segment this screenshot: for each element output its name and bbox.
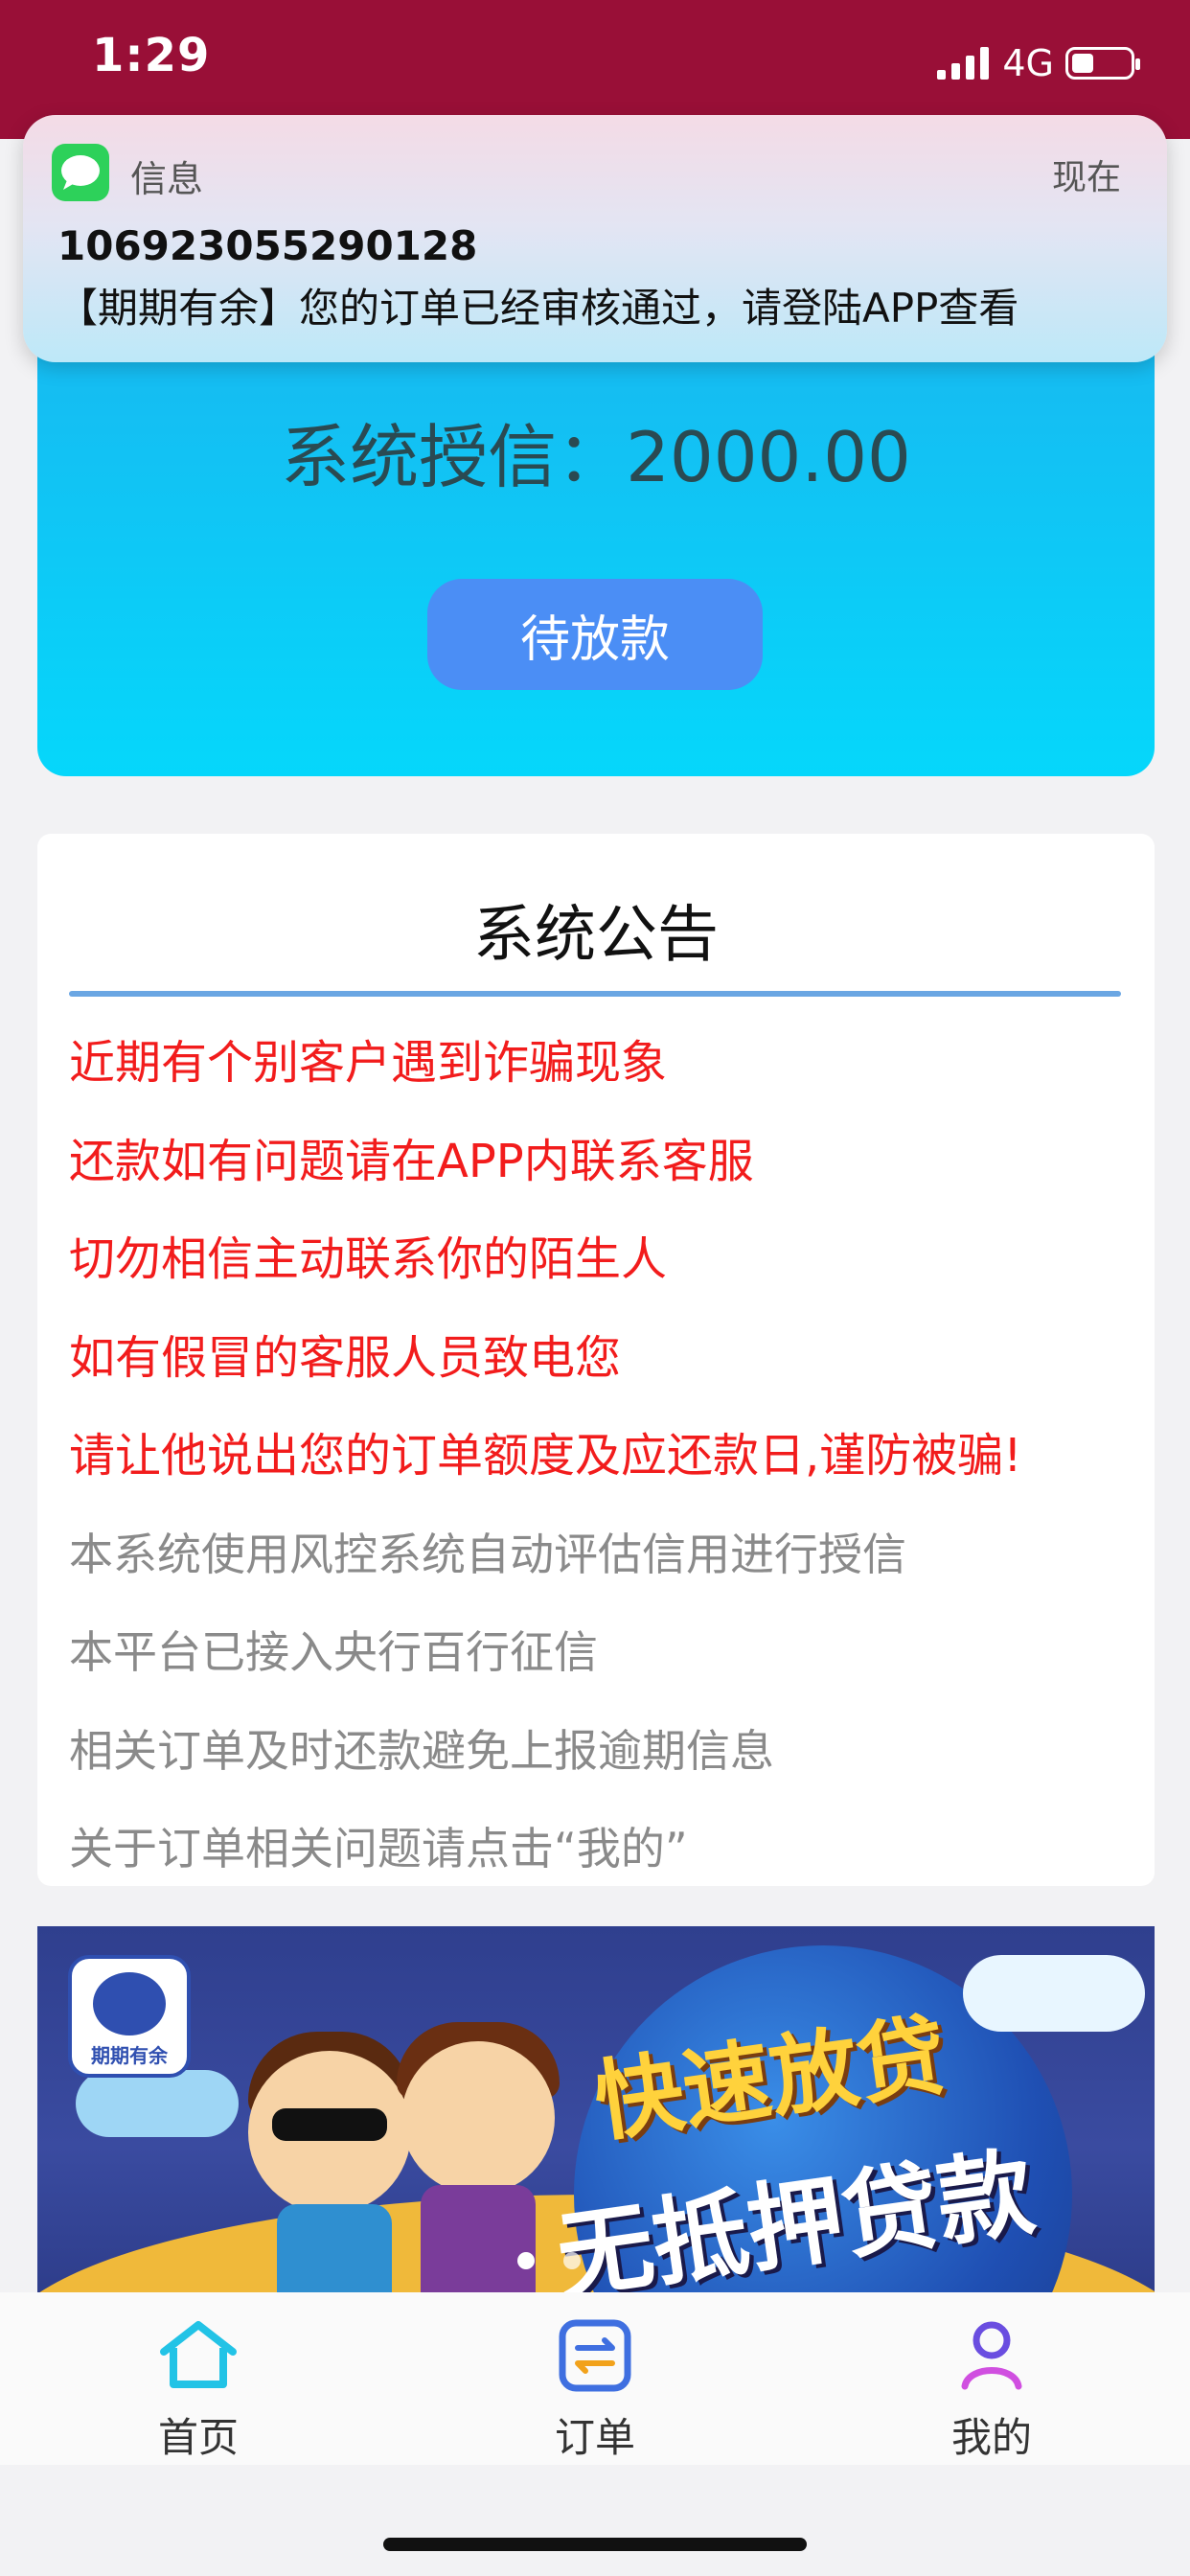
bottom-tab-bar: 首页 订单 我的 — [0, 2292, 1190, 2465]
brand-logo: 期期有余 — [68, 1955, 191, 2078]
status-time: 1:29 — [92, 29, 211, 82]
pending-disbursement-button[interactable]: 待放款 — [427, 579, 763, 690]
network-type: 4G — [1002, 42, 1054, 84]
announcement-list: 近期有个别客户遇到诈骗现象 还款如有问题请在APP内联系客服 切勿相信主动联系你… — [69, 1014, 1022, 1898]
home-indicator[interactable] — [383, 2538, 807, 2551]
tab-orders-label: 订单 — [554, 2414, 635, 2461]
announcement-item: 如有假冒的客服人员致电您 — [69, 1330, 622, 1385]
announcement-item: 相关订单及时还款避免上报逾期信息 — [69, 1724, 774, 1777]
messages-app-icon — [52, 144, 109, 201]
announcement-item: 请让他说出您的订单额度及应还款日,谨防被骗! — [69, 1429, 1022, 1483]
system-announcement: 系统公告 近期有个别客户遇到诈骗现象 还款如有问题请在APP内联系客服 切勿相信… — [37, 834, 1155, 1886]
tab-home-label: 首页 — [157, 2414, 239, 2461]
cloud-graphic — [963, 1955, 1145, 2032]
announcement-item: 本平台已接入央行百行征信 — [69, 1626, 598, 1678]
order-icon — [559, 2319, 631, 2392]
carousel-dot[interactable] — [563, 2252, 581, 2269]
cloud-graphic — [76, 2070, 239, 2137]
announcement-title: 系统公告 — [473, 900, 719, 971]
announcement-item: 近期有个别客户遇到诈骗现象 — [69, 1036, 668, 1090]
announcement-item: 切勿相信主动联系你的陌生人 — [69, 1232, 668, 1286]
tab-home[interactable]: 首页 — [0, 2292, 397, 2465]
carousel-indicator[interactable] — [517, 2252, 581, 2269]
tab-me-label: 我的 — [950, 2414, 1032, 2461]
announcement-item: 关于订单相关问题请点击“我的” — [69, 1823, 688, 1874]
notification-time: 现在 — [1051, 158, 1121, 197]
signal-icon — [937, 47, 990, 80]
sunglasses-graphic — [272, 2108, 387, 2141]
user-icon — [961, 2321, 1022, 2390]
tab-orders[interactable]: 订单 — [397, 2292, 793, 2465]
credit-limit: 系统授信：2000.00 — [281, 417, 911, 497]
home-icon — [160, 2321, 237, 2388]
announcement-item: 本系统使用风控系统自动评估信用进行授信 — [69, 1528, 906, 1580]
cartoon-person — [401, 2041, 555, 2195]
carousel-dot[interactable] — [517, 2252, 535, 2269]
message-notification[interactable]: 信息 现在 106923055290128 【期期有余】您的订单已经审核通过，请… — [23, 115, 1167, 362]
notification-app-name: 信息 — [130, 158, 204, 200]
announcement-divider — [69, 991, 1121, 997]
announcement-item: 还款如有问题请在APP内联系客服 — [69, 1134, 754, 1188]
battery-icon — [1065, 47, 1140, 80]
notification-sender: 106923055290128 — [57, 222, 478, 269]
status-indicators: 4G — [937, 42, 1140, 84]
notification-body: 【期期有余】您的订单已经审核通过，请登陆APP查看 — [57, 285, 1019, 332]
promo-banner[interactable]: 期期有余 快速放贷 无抵押贷款 — [37, 1926, 1155, 2327]
tab-me[interactable]: 我的 — [793, 2292, 1190, 2465]
